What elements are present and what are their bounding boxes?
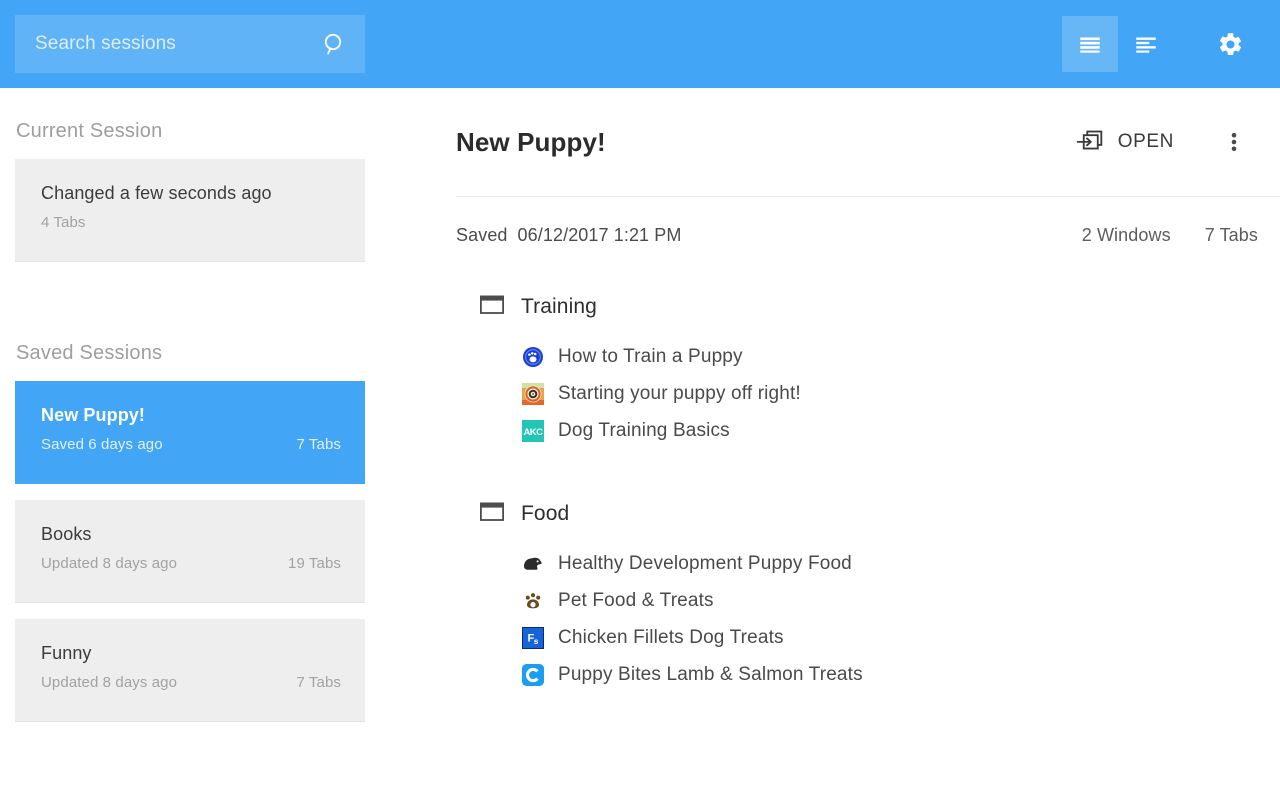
saved-session-meta: Updated 8 days ago 7 Tabs (41, 674, 341, 691)
tab-row[interactable]: Healthy Development Puppy Food (522, 545, 1280, 582)
toolbar-spacer (1174, 44, 1202, 45)
sidebar: Current Session Changed a few seconds ag… (0, 88, 380, 800)
window-group-training: Training How to Train a Puppy Starting y… (380, 290, 1280, 449)
saved-session-subtitle: Updated 8 days ago (41, 674, 178, 691)
view-list-compact-icon[interactable] (1118, 16, 1174, 72)
saved-session-title: New Puppy! (41, 405, 146, 425)
saved-session-tabs: 7 Tabs (296, 674, 341, 691)
tab-row[interactable]: Pet Food & Treats (522, 582, 1280, 619)
tab-row[interactable]: AKC Dog Training Basics (522, 412, 1280, 449)
search-input[interactable] (35, 33, 321, 55)
search-icon[interactable] (321, 31, 347, 57)
session-detail-header: New Puppy! OPEN (380, 88, 1280, 196)
current-session-card[interactable]: Changed a few seconds ago 4 Tabs (15, 159, 365, 262)
saved-label: Saved (456, 225, 508, 245)
window-header[interactable]: Training (479, 290, 1280, 324)
browser-window-icon (479, 501, 505, 527)
saved-session-title: Books (41, 524, 92, 544)
current-session-tabs: 4 Tabs (41, 214, 86, 231)
session-meta-row: Saved 06/12/2017 1:21 PM 2 Windows 7 Tab… (380, 197, 1280, 246)
session-detail-actions: OPEN (1066, 88, 1258, 196)
saved-session-title: Funny (41, 643, 92, 663)
open-session-label: OPEN (1117, 131, 1174, 152)
more-vertical-icon[interactable] (1210, 118, 1258, 166)
svg-text:s: s (534, 636, 539, 646)
window-name: Food (521, 502, 570, 525)
app-bar-actions (1062, 0, 1258, 88)
tab-row[interactable]: Puppy Bites Lamb & Salmon Treats (522, 656, 1280, 693)
tab-row[interactable]: How to Train a Puppy (522, 338, 1280, 375)
saved-session-subtitle: Saved 6 days ago (41, 436, 163, 453)
saved-session-meta: Saved 6 days ago 7 Tabs (41, 436, 341, 453)
saved-session-subtitle: Updated 8 days ago (41, 555, 178, 572)
gear-icon[interactable] (1202, 16, 1258, 72)
window-list: Training How to Train a Puppy Starting y… (380, 246, 1280, 693)
tab-title: Pet Food & Treats (558, 589, 714, 611)
windows-count: 2 Windows (1081, 225, 1171, 245)
tab-list: Healthy Development Puppy Food Pet Food … (480, 545, 1280, 693)
fs-blue-square-favicon: F s (522, 626, 544, 649)
current-session-heading: Current Session (16, 120, 163, 142)
saved-session-item-funny[interactable]: Funny Updated 8 days ago 7 Tabs (15, 619, 365, 722)
window-name: Training (521, 295, 597, 318)
window-group-food: Food Healthy Development Puppy Food Pet … (380, 497, 1280, 693)
session-detail-panel: New Puppy! OPEN Saved 06/12/2017 1:21 PM… (380, 88, 1280, 800)
open-in-window-icon (1076, 128, 1104, 157)
page-title: New Puppy! (456, 126, 606, 157)
current-session-title: Changed a few seconds ago (41, 183, 272, 203)
svg-text:AKC: AKC (523, 426, 543, 437)
session-counts: 2 Windows 7 Tabs (1082, 225, 1258, 246)
tab-title: Chicken Fillets Dog Treats (558, 626, 784, 648)
window-header[interactable]: Food (479, 497, 1280, 531)
dark-dog-head-favicon (522, 553, 544, 575)
saved-session-tabs: 7 Tabs (296, 436, 341, 453)
open-session-button[interactable]: OPEN (1066, 120, 1184, 165)
tab-title: Puppy Bites Lamb & Salmon Treats (558, 663, 863, 685)
blue-paw-circle-favicon (522, 346, 544, 368)
saved-session-item-books[interactable]: Books Updated 8 days ago 19 Tabs (15, 500, 365, 603)
tab-title: How to Train a Puppy (558, 345, 743, 367)
saved-session-item-new-puppy[interactable]: New Puppy! Saved 6 days ago 7 Tabs (15, 381, 365, 484)
view-list-dense-icon[interactable] (1062, 16, 1118, 72)
tab-row[interactable]: Starting your puppy off right! (522, 375, 1280, 412)
current-session-meta: 4 Tabs (41, 214, 341, 231)
tabs-count: 7 Tabs (1204, 225, 1258, 245)
tab-title: Starting your puppy off right! (558, 382, 801, 404)
saved-sessions-heading: Saved Sessions (16, 342, 163, 364)
search-box[interactable] (15, 15, 365, 73)
app-bar (0, 0, 1280, 88)
tab-row[interactable]: F s Chicken Fillets Dog Treats (522, 619, 1280, 656)
brown-paw-favicon (522, 590, 544, 612)
sidebar-divider-gap (0, 262, 380, 320)
tab-list: How to Train a Puppy Starting your puppy… (480, 338, 1280, 449)
c-blue-rounded-favicon (522, 663, 544, 686)
browser-window-icon (479, 294, 505, 320)
saved-session-meta: Updated 8 days ago 19 Tabs (41, 555, 341, 572)
orange-spiral-favicon (522, 382, 544, 405)
tab-title: Dog Training Basics (558, 419, 730, 441)
akc-teal-favicon: AKC (522, 419, 544, 442)
saved-timestamp: 06/12/2017 1:21 PM (517, 225, 682, 245)
saved-session-tabs: 19 Tabs (288, 555, 341, 572)
tab-title: Healthy Development Puppy Food (558, 552, 852, 574)
